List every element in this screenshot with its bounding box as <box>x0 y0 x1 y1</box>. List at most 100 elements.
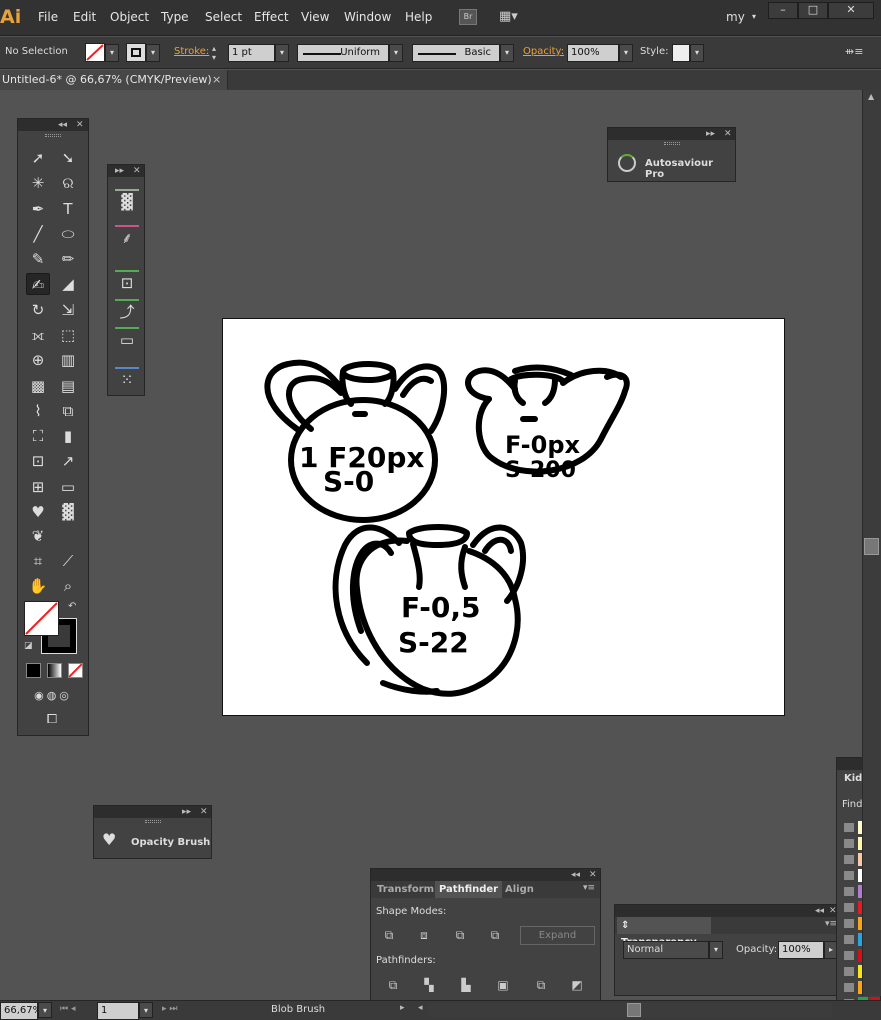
menu-effect[interactable]: Effect <box>254 10 289 24</box>
butterfly-tool-icon[interactable]: ❦ <box>26 525 50 547</box>
horizontal-scrollbar[interactable] <box>428 1003 832 1017</box>
swatch-folder-icon[interactable] <box>844 983 854 992</box>
ruler-tool-icon[interactable]: ▭ <box>56 476 80 498</box>
type-tool-icon[interactable]: T <box>56 198 80 220</box>
panel-menu-icon[interactable]: ▾≡ <box>583 883 595 893</box>
panel-menu-icon[interactable]: ⇻≡ <box>845 45 863 58</box>
graphic-style-swatch[interactable] <box>672 44 690 62</box>
scroll-up-icon[interactable]: ▲ <box>868 92 874 101</box>
brush-definition[interactable]: Basic <box>412 44 500 62</box>
variable-width-profile[interactable]: Uniform <box>297 44 389 62</box>
opacity-brush-title[interactable]: Opacity Brush <box>131 837 210 848</box>
artboard-dropdown[interactable]: ▾ <box>139 1002 153 1018</box>
paintbrush-tool-icon[interactable]: ✎ <box>26 248 50 270</box>
merge-icon[interactable]: ▙ <box>456 976 476 994</box>
rotate-tool-icon[interactable]: ↻ <box>26 299 50 321</box>
spray-brush-icon[interactable]: ⸙ <box>115 225 139 247</box>
transparency-header[interactable]: ◂◂ ✕ <box>615 905 837 917</box>
tab-pathfinder[interactable]: Pathfinder <box>435 881 503 898</box>
fill-swatch[interactable] <box>85 43 105 62</box>
swatch-folder-icon[interactable] <box>844 855 854 864</box>
intersect-icon[interactable]: ⧉ <box>450 926 470 944</box>
minimize-button[interactable]: – <box>768 2 798 19</box>
width-tool-icon[interactable]: ⟗ <box>26 324 50 346</box>
fill-color-box[interactable] <box>24 601 59 636</box>
line-tool-icon[interactable]: ╱ <box>26 223 50 245</box>
gradient-tool-icon[interactable]: ▤ <box>56 375 80 397</box>
document-tab[interactable]: Untitled-6* @ 66,67% (CMYK/Preview) × <box>0 70 228 90</box>
stroke-swatch[interactable] <box>126 43 146 62</box>
brush-dropdown[interactable]: ▾ <box>500 44 514 62</box>
tab-transform[interactable]: Transform <box>373 881 438 898</box>
screen-mode-icon[interactable]: ⧠ <box>40 709 64 731</box>
unite-icon[interactable]: ⧉ <box>379 926 399 944</box>
minus-back-icon[interactable]: ◩ <box>567 976 587 994</box>
trim-icon[interactable]: ▚ <box>419 976 439 994</box>
stroke-label[interactable]: Stroke: <box>174 46 209 57</box>
default-colors-icon[interactable]: ◪ <box>24 641 33 651</box>
texture-brush-icon[interactable]: ▓ <box>115 189 139 211</box>
direct-selection-tool-icon[interactable]: ➘ <box>56 147 80 169</box>
swatch-folder-icon[interactable] <box>844 871 854 880</box>
opacity-brush-header[interactable]: ▸▸ ✕ <box>94 806 211 818</box>
blend-mode-select[interactable]: Normal <box>623 941 709 959</box>
tab-transparency[interactable]: ⇕ Transparency <box>617 917 711 948</box>
profile-dropdown[interactable]: ▾ <box>389 44 403 62</box>
workspace-switcher[interactable]: my <box>726 10 745 24</box>
arrange-documents-icon[interactable]: ▦▾ <box>499 9 525 25</box>
minus-front-icon[interactable]: ⧈ <box>414 926 434 944</box>
selection-tool-icon[interactable]: ➚ <box>26 147 50 169</box>
expand-button[interactable]: Expand <box>520 926 595 945</box>
blend-tool-icon[interactable]: ⧉ <box>56 400 80 422</box>
close-tab-icon[interactable]: × <box>212 70 221 90</box>
crop-icon[interactable]: ▣ <box>493 976 513 994</box>
heart-brush-icon[interactable]: ♥ <box>102 830 116 849</box>
pencil-tool-icon[interactable]: ✏ <box>56 248 80 270</box>
swatch-folder-icon[interactable] <box>844 903 854 912</box>
autosaviour-title[interactable]: Autosaviour Pro <box>645 158 735 180</box>
eyedropper-tool-icon[interactable]: ⌇ <box>26 400 50 422</box>
zoom-field[interactable]: 66,67% <box>0 1002 42 1020</box>
brush-tools-panel-header[interactable]: ▸▸ ✕ <box>108 165 144 177</box>
artboard-number-field[interactable]: 1 <box>97 1002 139 1020</box>
maximize-button[interactable]: □ <box>798 2 828 19</box>
autosaviour-header[interactable]: ▸▸ ✕ <box>608 128 735 140</box>
blob-brush-tool-icon[interactable]: ✍ <box>26 273 50 295</box>
stroke-weight-dropdown[interactable]: ▾ <box>275 44 289 62</box>
opacity-dropdown[interactable]: ▾ <box>619 44 633 62</box>
menu-help[interactable]: Help <box>405 10 432 24</box>
drawing-modes-icon[interactable]: ◉◍◎ <box>22 685 84 707</box>
scale-tool-icon[interactable]: ⇲ <box>56 299 80 321</box>
artboard[interactable]: 1 F20px S-0 F-0px S-200 F-0,5 S-22 <box>222 318 785 716</box>
fill-dropdown[interactable]: ▾ <box>105 44 119 62</box>
texture-tool-icon[interactable]: ▓ <box>56 501 80 523</box>
mesh-tool-icon[interactable]: ▩ <box>26 375 50 397</box>
menu-window[interactable]: Window <box>344 10 391 24</box>
lasso-tool-icon[interactable]: ର <box>56 172 80 194</box>
vertical-scrollbar[interactable]: ▲ <box>862 90 881 996</box>
status-menu-icon[interactable]: ▸ <box>400 1003 405 1013</box>
knife-tool-icon[interactable]: ⟋ <box>56 550 80 572</box>
transform-box-icon[interactable]: ⊡ <box>115 270 139 292</box>
opacity-field[interactable]: 100% <box>567 44 619 62</box>
shape-builder-tool-icon[interactable]: ⊕ <box>26 349 50 371</box>
dots-tool-icon[interactable]: ⁙ <box>115 367 139 389</box>
horizontal-scroll-thumb[interactable] <box>627 1003 641 1017</box>
symbol-sprayer-tool-icon[interactable]: ⛶ <box>26 425 50 447</box>
perspective-grid-tool-icon[interactable]: ▥ <box>56 349 80 371</box>
exclude-icon[interactable]: ⧉ <box>485 926 505 944</box>
stroke-weight-stepper[interactable]: ▴ ▾ <box>212 44 226 62</box>
menu-view[interactable]: View <box>301 10 329 24</box>
curve-tool-icon[interactable]: ⤴ <box>115 299 139 321</box>
hand-tool-icon[interactable]: ✋ <box>26 575 50 597</box>
pen-tool-icon[interactable]: ✒ <box>26 198 50 220</box>
pathfinder-header[interactable]: ◂◂ ✕ <box>371 869 600 881</box>
magic-wand-tool-icon[interactable]: ✳ <box>26 172 50 194</box>
blend-mode-dropdown[interactable]: ▾ <box>709 941 723 959</box>
zoom-tool-icon[interactable]: ⌕ <box>56 575 80 597</box>
divide-icon[interactable]: ⧉ <box>383 976 403 994</box>
stroke-dropdown[interactable]: ▾ <box>146 44 160 62</box>
slice-tool-icon[interactable]: ↗ <box>56 450 80 472</box>
artboard-tool-icon[interactable]: ⊡ <box>26 450 50 472</box>
free-transform-tool-icon[interactable]: ⬚ <box>56 324 80 346</box>
